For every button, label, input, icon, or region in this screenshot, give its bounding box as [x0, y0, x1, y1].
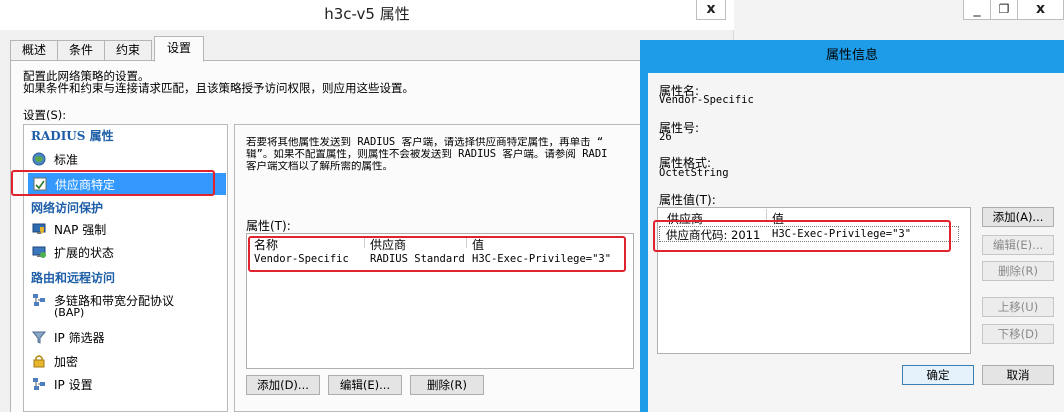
add-attribute-button[interactable]: 添加(D)...	[246, 375, 320, 395]
tree-item-encryption-label: 加密	[54, 355, 79, 369]
tree-item-extended-state-label: 扩展的状态	[54, 246, 115, 260]
attr-name-value: Vendor-Specific	[659, 94, 754, 106]
settings-description-line2: 如果条件和约束与连接请求匹配，且该策略授予访问权限，则应用这些设置。	[23, 81, 414, 95]
dialog-title: h3c-v5 属性	[0, 0, 734, 30]
tree-item-standard-label: 标准	[54, 153, 79, 167]
highlight-vendor-value	[653, 220, 951, 252]
tree-item-nap-enforcement[interactable]	[32, 222, 46, 239]
ok-button[interactable]: 确定	[902, 365, 974, 385]
settings-label: 设置(S):	[23, 108, 67, 122]
panel-description-line1: 若要将其他属性发送到 RADIUS 客户端，请选择供应商特定属性，再单击 “	[246, 137, 604, 148]
tree-item-nap-enforcement-label: NAP 强制	[54, 223, 107, 237]
move-up-button[interactable]: 上移(U)	[982, 297, 1054, 317]
background-close-button[interactable]: x	[1017, 0, 1064, 20]
move-down-button[interactable]: 下移(D)	[982, 324, 1054, 344]
attr-format-value: OctetString	[659, 167, 729, 179]
attr-values-label: 属性值(T):	[659, 193, 716, 207]
minimize-button[interactable]: _	[963, 0, 991, 20]
highlight-vendor-specific	[11, 170, 215, 196]
tree-item-ip-settings-label: IP 设置	[54, 378, 93, 392]
network-settings-icon	[33, 378, 45, 390]
tree-item-ip-filters[interactable]	[31, 330, 47, 347]
tab-settings[interactable]: 设置	[154, 36, 204, 62]
panel-description-line3: 客户端文档以了解所需的属性。	[246, 161, 393, 172]
lock-icon	[33, 355, 45, 368]
tree-item-ip-filters-label: IP 筛选器	[54, 331, 105, 345]
tab-overview[interactable]: 概述	[10, 40, 58, 61]
network-icon	[33, 294, 45, 306]
highlight-attribute-row	[248, 236, 626, 272]
tree-item-encryption[interactable]	[32, 354, 46, 371]
edit-attribute-button[interactable]: 编辑(E)...	[328, 375, 402, 395]
tree-item-standard[interactable]	[32, 152, 46, 169]
tree-heading-nap: 网络访问保护	[31, 201, 104, 215]
tree-heading-routing: 路由和远程访问	[31, 271, 116, 285]
monitor-status-icon	[32, 246, 46, 258]
close-button[interactable]: x	[696, 0, 726, 20]
panel-description-line2: 辑”。如果不配置属性，则属性不会被发送到 RADIUS 客户端。请参阅 RADI	[246, 149, 608, 160]
delete-value-button[interactable]: 删除(R)	[982, 261, 1054, 281]
filter-icon	[31, 331, 47, 344]
add-value-button[interactable]: 添加(A)...	[982, 207, 1054, 227]
attributes-label: 属性(T):	[246, 219, 291, 233]
tab-constraints[interactable]: 约束	[104, 40, 152, 61]
delete-attribute-button[interactable]: 删除(R)	[410, 375, 484, 395]
tree-item-extended-state[interactable]	[32, 245, 46, 262]
tree-heading-radius: RADIUS 属性	[31, 129, 114, 143]
monitor-shield-icon	[32, 223, 46, 234]
cancel-button[interactable]: 取消	[982, 365, 1054, 385]
globe-icon	[32, 152, 46, 166]
attribute-info-title: 属性信息	[825, 48, 878, 63]
restore-button[interactable]: ❐	[990, 0, 1018, 20]
tree-item-ip-settings[interactable]	[32, 377, 46, 394]
tab-conditions[interactable]: 条件	[57, 40, 105, 61]
attr-number-value: 26	[659, 131, 672, 143]
edit-value-button[interactable]: 编辑(E)...	[982, 235, 1054, 255]
tree-item-multilink-label-2: (BAP)	[54, 306, 85, 319]
tree-item-multilink[interactable]	[32, 293, 46, 310]
